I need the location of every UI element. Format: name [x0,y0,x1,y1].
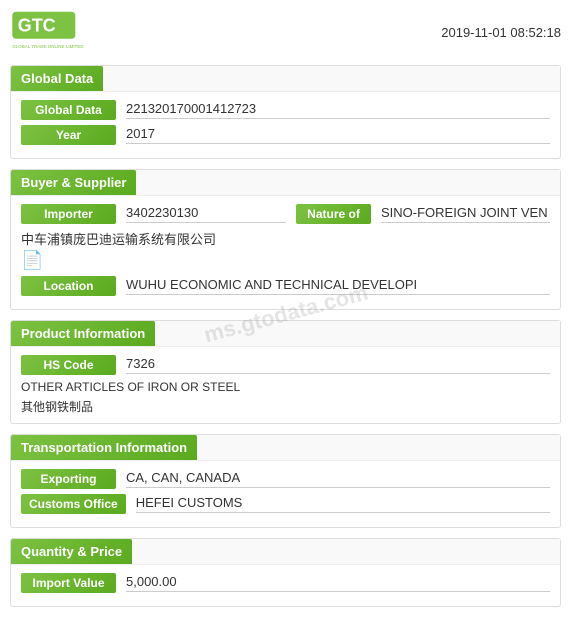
section-buyer-supplier: Buyer & Supplier Importer 3402230130 Nat… [10,169,561,310]
location-label: Location [21,276,116,296]
section-body-buyer-supplier: Importer 3402230130 Nature of SINO-FOREI… [11,196,560,309]
timestamp: 2019-11-01 08:52:18 [441,25,561,40]
section-product-info: Product Information HS Code 7326 OTHER A… [10,320,561,424]
import-value-value: 5,000.00 [126,574,550,592]
section-body-transportation: Exporting CA, CAN, CANADA Customs Office… [11,461,560,527]
page: GTC GLOBAL TRADE ONLINE LIMITED 2019-11-… [0,0,571,627]
field-row-importer: Importer 3402230130 Nature of SINO-FOREI… [21,204,550,224]
section-header-quantity-price: Quantity & Price [11,539,132,564]
customs-office-label: Customs Office [21,494,126,514]
location-value: WUHU ECONOMIC AND TECHNICAL DEVELOPI [126,277,550,295]
hs-code-value: 7326 [126,356,550,374]
customs-office-value: HEFEI CUSTOMS [136,495,550,513]
field-row-exporting: Exporting CA, CAN, CANADA [21,469,550,489]
field-row-year: Year 2017 [21,125,550,145]
nature-value: SINO-FOREIGN JOINT VEN [381,205,550,223]
section-header-product-info: Product Information [11,321,155,346]
section-body-quantity-price: Import Value 5,000.00 [11,565,560,606]
field-row-hs-code: HS Code 7326 [21,355,550,375]
exporting-value: CA, CAN, CANADA [126,470,550,488]
nature-label: Nature of [296,204,371,224]
product-desc-en: OTHER ARTICLES OF IRON OR STEEL [21,380,550,394]
logo-area: GTC GLOBAL TRADE ONLINE LIMITED [10,10,110,55]
year-value: 2017 [126,126,550,144]
global-data-label: Global Data [21,100,116,120]
top-bar: GTC GLOBAL TRADE ONLINE LIMITED 2019-11-… [10,10,561,55]
svg-text:GLOBAL TRADE ONLINE LIMITED: GLOBAL TRADE ONLINE LIMITED [12,44,84,49]
hs-code-label: HS Code [21,355,116,375]
logo: GTC GLOBAL TRADE ONLINE LIMITED [10,10,110,55]
field-row-import-value: Import Value 5,000.00 [21,573,550,593]
exporting-label: Exporting [21,469,116,489]
import-value-label: Import Value [21,573,116,593]
section-global-data: Global Data Global Data 2213201700014127… [10,65,561,159]
section-body-product-info: HS Code 7326 OTHER ARTICLES OF IRON OR S… [11,347,560,423]
year-label: Year [21,125,116,145]
importer-value: 3402230130 [126,205,286,223]
section-header-buyer-supplier: Buyer & Supplier [11,170,136,195]
svg-text:GTC: GTC [18,16,56,36]
doc-icon: 📄 [21,250,550,271]
section-quantity-price: Quantity & Price Import Value 5,000.00 [10,538,561,607]
importer-label: Importer [21,204,116,224]
section-transportation: Transportation Information Exporting CA,… [10,434,561,528]
section-header-transportation: Transportation Information [11,435,197,460]
section-header-global-data: Global Data [11,66,103,91]
section-body-global-data: Global Data 221320170001412723 Year 2017 [11,92,560,158]
field-row-customs-office: Customs Office HEFEI CUSTOMS [21,494,550,514]
field-row-location: Location WUHU ECONOMIC AND TECHNICAL DEV… [21,276,550,296]
chinese-name: 中车浦镇庞巴迪运输系统有限公司 [21,229,550,248]
global-data-value: 221320170001412723 [126,101,550,119]
field-row-global-data: Global Data 221320170001412723 [21,100,550,120]
product-desc-cn: 其他钢铁制品 [21,398,550,415]
